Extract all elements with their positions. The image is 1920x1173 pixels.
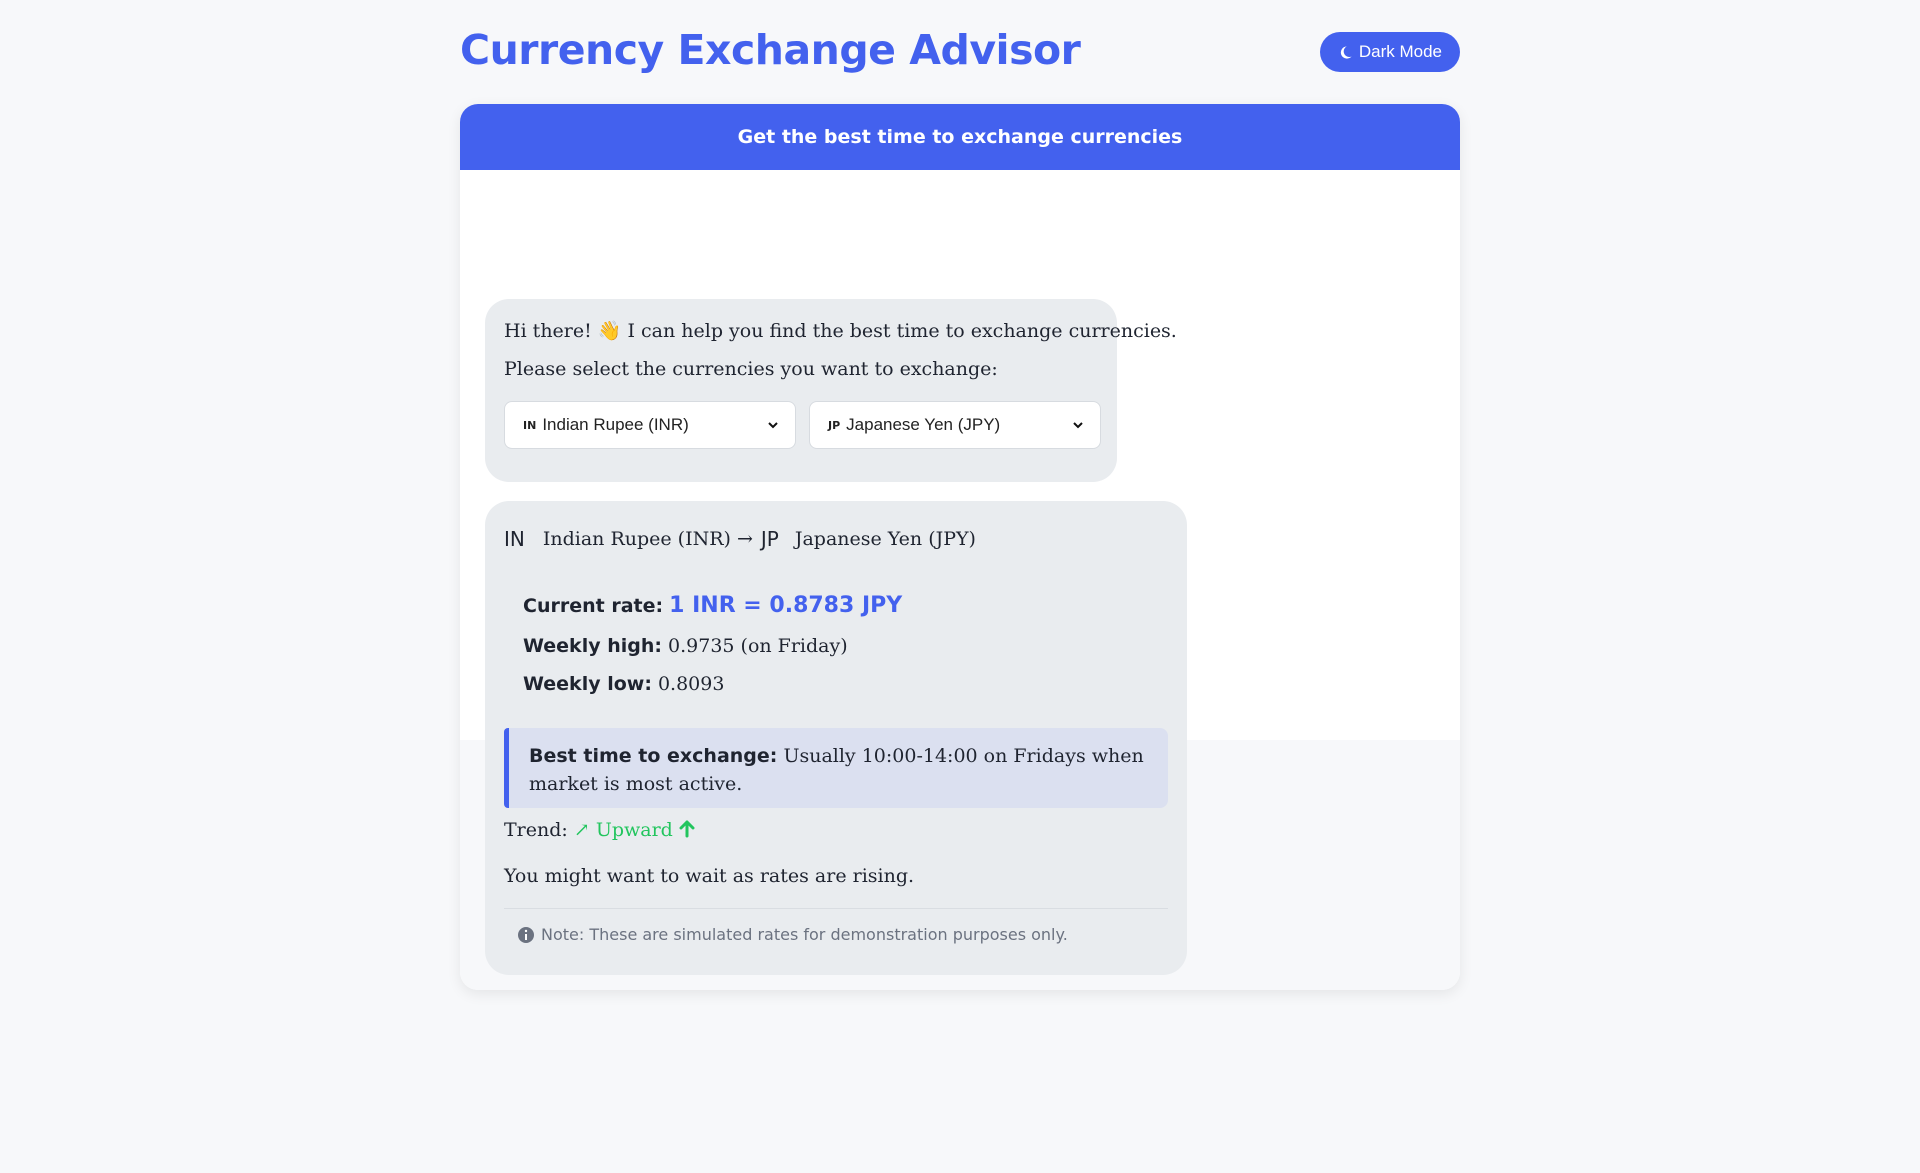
rate-result-message: IN Indian Rupee (INR) → JP Japanese Yen …	[485, 501, 1187, 975]
pair-arrow: →	[736, 528, 753, 550]
to-flag-code: JP	[828, 418, 841, 432]
advice-text: You might want to wait as rates are risi…	[504, 865, 915, 887]
chat-banner: Get the best time to exchange currencies	[460, 104, 1460, 170]
header: Currency Exchange Advisor Dark Mode	[460, 0, 1460, 104]
page-title: Currency Exchange Advisor	[460, 26, 1081, 74]
chevron-down-icon	[1073, 422, 1083, 429]
currency-pair: IN Indian Rupee (INR) → JP Japanese Yen …	[504, 527, 976, 551]
weekly-low-label: Weekly low:	[523, 673, 652, 695]
best-time-callout: Best time to exchange: Usually 10:00-14:…	[504, 728, 1168, 808]
weekly-high-value: 0.9735 (on Friday)	[668, 635, 848, 657]
disclaimer-note: Note: These are simulated rates for demo…	[517, 925, 1068, 944]
current-rate: Current rate: 1 INR = 0.8783 JPY	[523, 593, 902, 618]
weekly-low: Weekly low: 0.8093	[523, 673, 724, 695]
to-currency-select[interactable]: JP Japanese Yen (JPY)	[809, 401, 1101, 449]
dark-mode-label: Dark Mode	[1358, 42, 1442, 61]
from-currency-name: Indian Rupee (INR)	[542, 528, 731, 550]
current-rate-label: Current rate:	[523, 595, 664, 617]
chat-card: Get the best time to exchange currencies…	[460, 104, 1460, 990]
trend-value: ↗ Upward	[573, 819, 673, 841]
dark-mode-button[interactable]: Dark Mode	[1319, 32, 1460, 72]
trend-line: Trend: ↗ Upward	[504, 819, 695, 841]
from-currency-select[interactable]: IN Indian Rupee (INR)	[504, 401, 796, 449]
weekly-high-label: Weekly high:	[523, 635, 662, 657]
greeting-message: Hi there! 👋 I can help you find the best…	[485, 299, 1177, 482]
app: Currency Exchange Advisor Dark Mode Get …	[460, 0, 1460, 990]
weekly-high: Weekly high: 0.9735 (on Friday)	[523, 635, 848, 657]
chevron-down-icon	[768, 422, 778, 429]
to-flag-code: JP	[760, 527, 779, 551]
divider	[504, 908, 1168, 909]
current-rate-value: 1 INR = 0.8783 JPY	[669, 593, 903, 618]
best-time-label: Best time to exchange:	[529, 745, 778, 767]
info-icon	[518, 926, 534, 943]
from-flag-code: IN	[523, 418, 537, 432]
weekly-low-value: 0.8093	[657, 673, 725, 695]
to-currency-name: Japanese Yen (JPY)	[794, 528, 976, 550]
trend-label: Trend:	[504, 819, 568, 841]
from-flag-code: IN	[504, 527, 525, 551]
to-currency-label: Japanese Yen (JPY)	[846, 415, 1001, 434]
instruction-line: Please select the currencies you want to…	[504, 358, 998, 380]
moon-icon	[1340, 45, 1352, 59]
greeting-line: Hi there! 👋 I can help you find the best…	[504, 320, 1177, 342]
from-currency-label: Indian Rupee (INR)	[542, 415, 689, 434]
arrow-up-icon	[679, 820, 695, 838]
disclaimer-text: Note: These are simulated rates for demo…	[541, 925, 1068, 944]
